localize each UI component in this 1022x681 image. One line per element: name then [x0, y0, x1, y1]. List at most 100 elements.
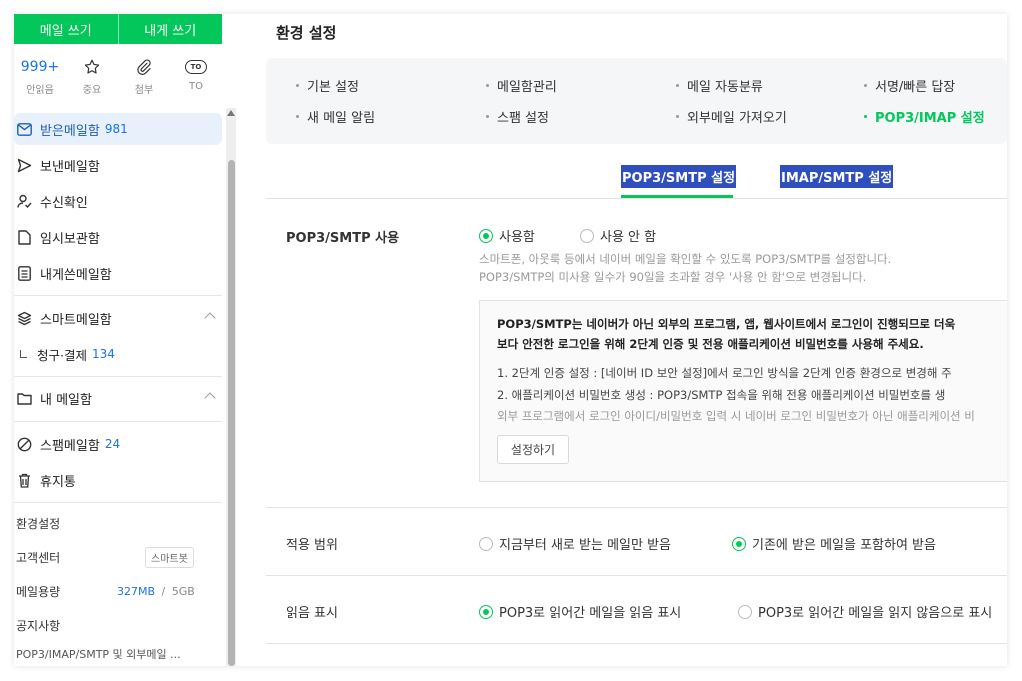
read-row-label: 읽음 표시	[286, 606, 338, 621]
person-check-icon	[16, 193, 32, 209]
scroll-up-icon[interactable]	[227, 110, 235, 116]
settings-menu: 기본 설정 메일함관리 메일 자동분류 서명/빠른 답장 새 메일 알림 스팸 …	[266, 58, 1007, 144]
filter-attachment[interactable]: 첨부	[118, 56, 170, 96]
divider	[266, 198, 1007, 199]
divider	[14, 421, 222, 422]
block-icon	[16, 436, 32, 452]
menu-spam[interactable]: 스팸 설정	[486, 107, 549, 126]
info-item-3: 외부 프로그램에서 로그인 아이디/비밀번호 입력 시 네이버 로그인 비밀번호…	[497, 409, 975, 423]
compose-bar: 메일 쓰기 내게 쓰기	[14, 14, 222, 44]
pop3-description-1: 스마트폰, 아웃룩 등에서 네이버 메일을 확인할 수 있도록 POP3/SMT…	[479, 252, 892, 266]
radio-read-unmark-label: POP3로 읽어간 메일을 읽지 않음으로 표시	[758, 606, 993, 621]
tab-pop3-smtp[interactable]: POP3/SMTP 설정	[621, 165, 737, 188]
settings-panel: 환경 설정 기본 설정 메일함관리 메일 자동분류 서명/빠른 답장 새 메일 …	[266, 14, 1007, 666]
divider	[14, 376, 222, 377]
write-to-me-button[interactable]: 내게 쓰기	[117, 14, 223, 44]
layers-icon	[16, 310, 32, 326]
filter-unread[interactable]: 999+ 안읽음	[14, 56, 66, 96]
smartbot-button[interactable]: 스마트봇	[145, 547, 194, 568]
trash-icon	[16, 472, 32, 488]
mailbox-drafts[interactable]: 임시보관함	[14, 221, 222, 253]
mailbox-sent[interactable]: 보낸메일함	[14, 149, 222, 181]
radio-unchecked-icon	[738, 604, 752, 619]
pop3-row-label: POP3/SMTP 사용	[286, 231, 400, 246]
mailbox-spam-label: 스팸메일함	[40, 438, 100, 454]
sidebar-scrollbar[interactable]	[226, 108, 236, 666]
info-item-1: 1. 2단계 인증 설정 : [네이버 ID 보안 설정]에서 로그인 방식을 …	[497, 366, 952, 380]
folder-icon	[16, 390, 32, 406]
divider	[14, 295, 222, 296]
mailbox-to-me-label: 내게쓴메일함	[40, 267, 112, 283]
bullet-icon	[676, 115, 679, 118]
menu-new-mail-alert[interactable]: 새 메일 알림	[296, 107, 375, 126]
radio-scope-new-only[interactable]: 지금부터 새로 받는 메일만 받음	[479, 534, 671, 553]
scrollbar-thumb[interactable]	[228, 160, 235, 666]
mailbox-my[interactable]: 내 메일함	[14, 382, 222, 414]
write-mail-button[interactable]: 메일 쓰기	[14, 14, 118, 44]
mailbox-read-receipt[interactable]: 수신확인	[14, 185, 222, 217]
note-icon	[16, 265, 32, 281]
menu-pop3-imap-label: POP3/IMAP 설정	[875, 111, 985, 126]
radio-unchecked-icon	[580, 228, 594, 243]
menu-mailbox[interactable]: 메일함관리	[486, 76, 557, 95]
storage-total: 5GB	[171, 585, 195, 598]
menu-external-mail-label: 외부메일 가져오기	[687, 111, 787, 126]
mailbox-spam-count: 24	[104, 437, 121, 451]
menu-basic[interactable]: 기본 설정	[296, 76, 359, 95]
radio-pop3-on-label: 사용함	[499, 230, 535, 245]
notice-item[interactable]: POP3/IMAP/SMTP 및 외부메일 ...	[16, 646, 181, 662]
tab-imap-smtp[interactable]: IMAP/SMTP 설정	[780, 165, 894, 188]
setup-button[interactable]: 설정하기	[497, 435, 569, 464]
storage-used: 327MB	[117, 585, 156, 598]
menu-auto-sort-label: 메일 자동분류	[687, 80, 763, 95]
menu-external-mail[interactable]: 외부메일 가져오기	[676, 107, 787, 126]
mailbox-inbox[interactable]: 받은메일함 981	[14, 113, 222, 145]
menu-spam-label: 스팸 설정	[497, 111, 549, 126]
collapse-icon[interactable]	[204, 312, 216, 324]
pop3-description-2: POP3/SMTP의 미사용 일수가 90일을 초과할 경우 '사용 안 함'으…	[479, 270, 867, 284]
menu-signature[interactable]: 서명/빠른 답장	[864, 76, 955, 95]
mailbox-inbox-label: 받은메일함	[40, 123, 100, 139]
filter-attachment-label: 첨부	[134, 85, 154, 96]
notice-label[interactable]: 공지사항	[16, 617, 60, 634]
filter-to-me[interactable]: TO TO	[170, 56, 222, 96]
radio-scope-new-only-label: 지금부터 새로 받는 메일만 받음	[499, 538, 672, 553]
support-link[interactable]: 고객센터	[16, 549, 60, 566]
radio-scope-include-existing[interactable]: 기존에 받은 메일을 포함하여 받음	[732, 534, 936, 553]
bullet-icon	[676, 84, 679, 87]
mailbox-my-label: 내 메일함	[40, 392, 92, 408]
radio-checked-icon	[732, 536, 746, 551]
unread-count: 999+	[20, 59, 60, 75]
to-icon-text: TO	[185, 60, 207, 74]
radio-checked-icon	[479, 604, 493, 619]
quick-filters: 999+ 안읽음 중요 첨부 TO TO	[14, 56, 222, 96]
mailbox-sent-label: 보낸메일함	[40, 159, 100, 175]
settings-link[interactable]: 환경설정	[16, 515, 60, 532]
radio-pop3-on[interactable]: 사용함	[479, 226, 535, 245]
filter-important[interactable]: 중요	[66, 56, 118, 96]
divider	[14, 502, 222, 503]
radio-checked-icon	[479, 228, 493, 243]
collapse-icon[interactable]	[204, 392, 216, 404]
mailbox-to-me[interactable]: 내게쓴메일함	[14, 257, 222, 289]
mailbox-smart-label: 스마트메일함	[40, 312, 112, 328]
document-icon	[16, 229, 32, 245]
menu-new-mail-alert-label: 새 메일 알림	[307, 111, 376, 126]
to-icon: TO	[185, 56, 207, 78]
radio-read-unmark[interactable]: POP3로 읽어간 메일을 읽지 않음으로 표시	[738, 602, 992, 621]
menu-basic-label: 기본 설정	[307, 80, 359, 95]
mailbox-billing[interactable]: 청구·결제 134	[14, 338, 222, 370]
mailbox-trash[interactable]: 휴지통	[14, 464, 222, 496]
filter-unread-label: 안읽음	[26, 85, 54, 96]
mailbox-read-receipt-label: 수신확인	[40, 195, 88, 211]
mailbox-billing-label: 청구·결제	[37, 347, 87, 363]
mailbox-smart[interactable]: 스마트메일함	[14, 302, 222, 334]
info-item-2: 2. 애플리케이션 비밀번호 생성 : POP3/SMTP 접속을 위해 전용 …	[497, 388, 946, 402]
radio-pop3-off[interactable]: 사용 안 함	[580, 226, 656, 245]
menu-pop3-imap[interactable]: POP3/IMAP 설정	[864, 107, 985, 126]
mailbox-spam[interactable]: 스팸메일함 24	[14, 428, 222, 460]
bullet-icon	[486, 84, 489, 87]
sidebar: 메일 쓰기 내게 쓰기 999+ 안읽음 중요 첨부 TO TO 받은메일함 9…	[14, 14, 240, 666]
radio-read-mark[interactable]: POP3로 읽어간 메일을 읽음 표시	[479, 602, 681, 621]
menu-auto-sort[interactable]: 메일 자동분류	[676, 76, 763, 95]
